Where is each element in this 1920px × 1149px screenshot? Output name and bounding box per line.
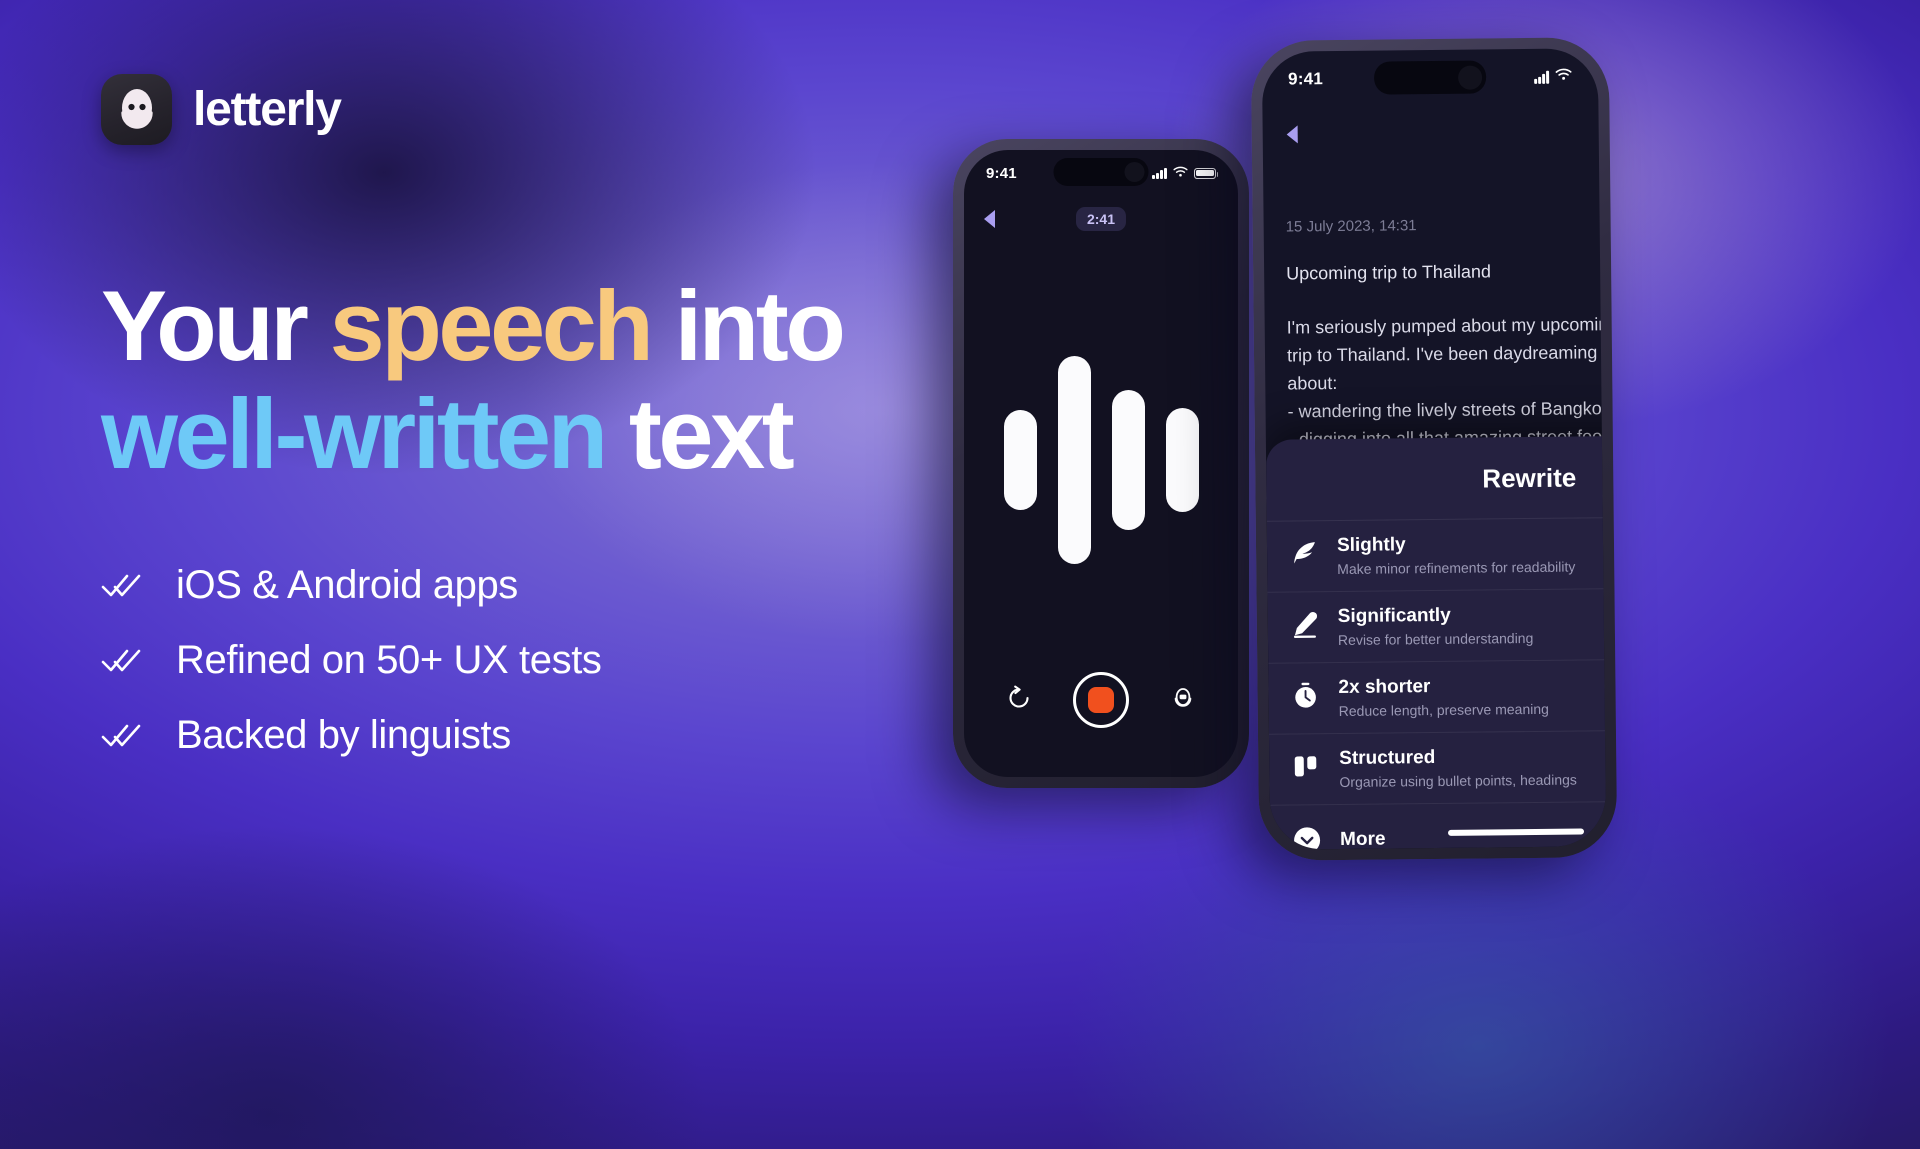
status-indicators [1152, 164, 1219, 182]
brand-logo[interactable]: letterly [101, 74, 342, 145]
dynamic-island [1053, 158, 1149, 186]
stopwatch-icon [1290, 680, 1320, 710]
status-bar: 9:41 [964, 150, 1238, 196]
rewrite-option-more[interactable]: More [1270, 800, 1606, 850]
list-item-label: Backed by linguists [176, 713, 511, 757]
wifi-icon [1555, 68, 1572, 86]
rewrite-option-significantly[interactable]: Significantly Revise for better understa… [1267, 587, 1607, 664]
recording-timer: 2:41 [1075, 207, 1127, 231]
headline-text-text: text [604, 377, 795, 489]
rewrite-option-2x-shorter[interactable]: 2x shorter Reduce length, preserve meani… [1268, 658, 1607, 735]
note-body-line: trip to Thailand. I've been daydreaming [1286, 342, 1598, 366]
phone-screen-note: 9:41 15 July 2023, 14:31 Upcoming trip t… [1261, 48, 1607, 850]
rewrite-option-text: Slightly Make minor refinements for read… [1337, 533, 1576, 577]
nav-row: 2:41 [964, 204, 1238, 234]
back-arrow-icon[interactable] [1286, 125, 1298, 144]
page-title: Your speech into well-written text [101, 270, 846, 489]
feature-list: iOS & Android apps Refined on 50+ UX tes… [100, 548, 602, 773]
list-item: Refined on 50+ UX tests [100, 623, 602, 698]
rewrite-option-desc: Make minor refinements for readability [1337, 558, 1576, 578]
recording-controls [964, 667, 1238, 733]
waveform-bar [1057, 356, 1091, 564]
rewrite-option-name: 2x shorter [1338, 676, 1431, 699]
cellular-signal-icon [1152, 167, 1167, 179]
note-timestamp: 15 July 2023, 14:31 [1285, 217, 1417, 236]
list-item: Backed by linguists [100, 698, 602, 773]
status-time: 9:41 [1288, 69, 1324, 89]
letterly-mic-icon[interactable] [1170, 685, 1196, 716]
phone-mockup-note: 9:41 15 July 2023, 14:31 Upcoming trip t… [1250, 37, 1618, 861]
headline-line-1: Your speech into [101, 270, 846, 381]
rewrite-option-desc: Reduce length, preserve meaning [1338, 700, 1549, 720]
status-time: 9:41 [986, 164, 1017, 182]
dynamic-island [1373, 60, 1487, 95]
wifi-icon [1173, 164, 1188, 182]
rewrite-option-name: Slightly [1336, 534, 1406, 557]
rewrite-panel: Rewrite Slightly Make minor refinements … [1265, 434, 1607, 850]
list-item: iOS & Android apps [100, 548, 602, 623]
battery-icon [1194, 167, 1219, 179]
list-item-label: iOS & Android apps [176, 563, 518, 607]
waveform-bar [1165, 408, 1199, 512]
pen-icon [1290, 609, 1320, 639]
headline-accent-well-written: well-written [101, 377, 608, 489]
stop-record-button[interactable] [1073, 672, 1129, 728]
rewrite-option-name: Structured [1339, 747, 1436, 770]
rewrite-panel-title: Rewrite [1482, 462, 1577, 494]
rewrite-option-text: Significantly Revise for better understa… [1338, 604, 1534, 648]
status-bar: 9:41 [1262, 48, 1599, 108]
cellular-signal-icon [1534, 70, 1550, 84]
headline-text-your: Your [101, 270, 330, 381]
note-body-line: - wandering the lively streets of Bangko… [1287, 398, 1607, 422]
rewrite-option-text: Structured Organize using bullet points,… [1339, 746, 1577, 790]
rewrite-option-name: Significantly [1337, 604, 1451, 628]
audio-waveform [964, 315, 1238, 605]
phone-mockup-recording: 9:41 2:41 [953, 139, 1249, 788]
waveform-bar [1003, 410, 1037, 510]
rewrite-option-text: 2x shorter Reduce length, preserve meani… [1338, 675, 1549, 719]
status-indicators [1534, 68, 1572, 86]
rewrite-option-desc: Organize using bullet points, headings [1339, 771, 1577, 791]
stop-square-icon [1088, 687, 1114, 713]
chevron-down-circle-icon [1292, 825, 1322, 850]
bar-chart-icon [1291, 751, 1321, 781]
brand-name: letterly [193, 83, 342, 136]
headline-text-into: into [650, 270, 846, 381]
headline-accent-speech: speech [329, 270, 654, 381]
double-check-icon [100, 643, 148, 679]
rewrite-option-name: More [1339, 828, 1386, 850]
front-camera-icon [1124, 162, 1145, 182]
letterly-face-logo-icon [101, 74, 172, 145]
list-item-label: Refined on 50+ UX tests [176, 638, 602, 682]
back-arrow-icon[interactable] [984, 210, 995, 228]
double-check-icon [100, 568, 148, 604]
rewrite-option-structured[interactable]: Structured Organize using bullet points,… [1268, 729, 1607, 806]
note-title: Upcoming trip to Thailand [1286, 261, 1492, 284]
rewrite-option-list: Slightly Make minor refinements for read… [1266, 515, 1607, 850]
nav-row [1263, 116, 1599, 150]
rewrite-option-desc: Revise for better understanding [1337, 629, 1534, 649]
redo-circular-arrow-icon[interactable] [1006, 685, 1032, 716]
phone-screen-recording: 9:41 2:41 [964, 150, 1238, 777]
background-corner-bottomleft [0, 735, 845, 1149]
double-check-icon [100, 718, 148, 754]
feather-icon [1289, 538, 1319, 568]
rewrite-option-slightly[interactable]: Slightly Make minor refinements for read… [1266, 516, 1607, 593]
headline-line-2: well-written text [101, 377, 842, 489]
note-body-line: I'm seriously pumped about my upcoming [1286, 314, 1607, 338]
note-body-line: about: [1287, 373, 1338, 394]
waveform-bar [1111, 390, 1145, 530]
front-camera-icon [1457, 64, 1483, 90]
